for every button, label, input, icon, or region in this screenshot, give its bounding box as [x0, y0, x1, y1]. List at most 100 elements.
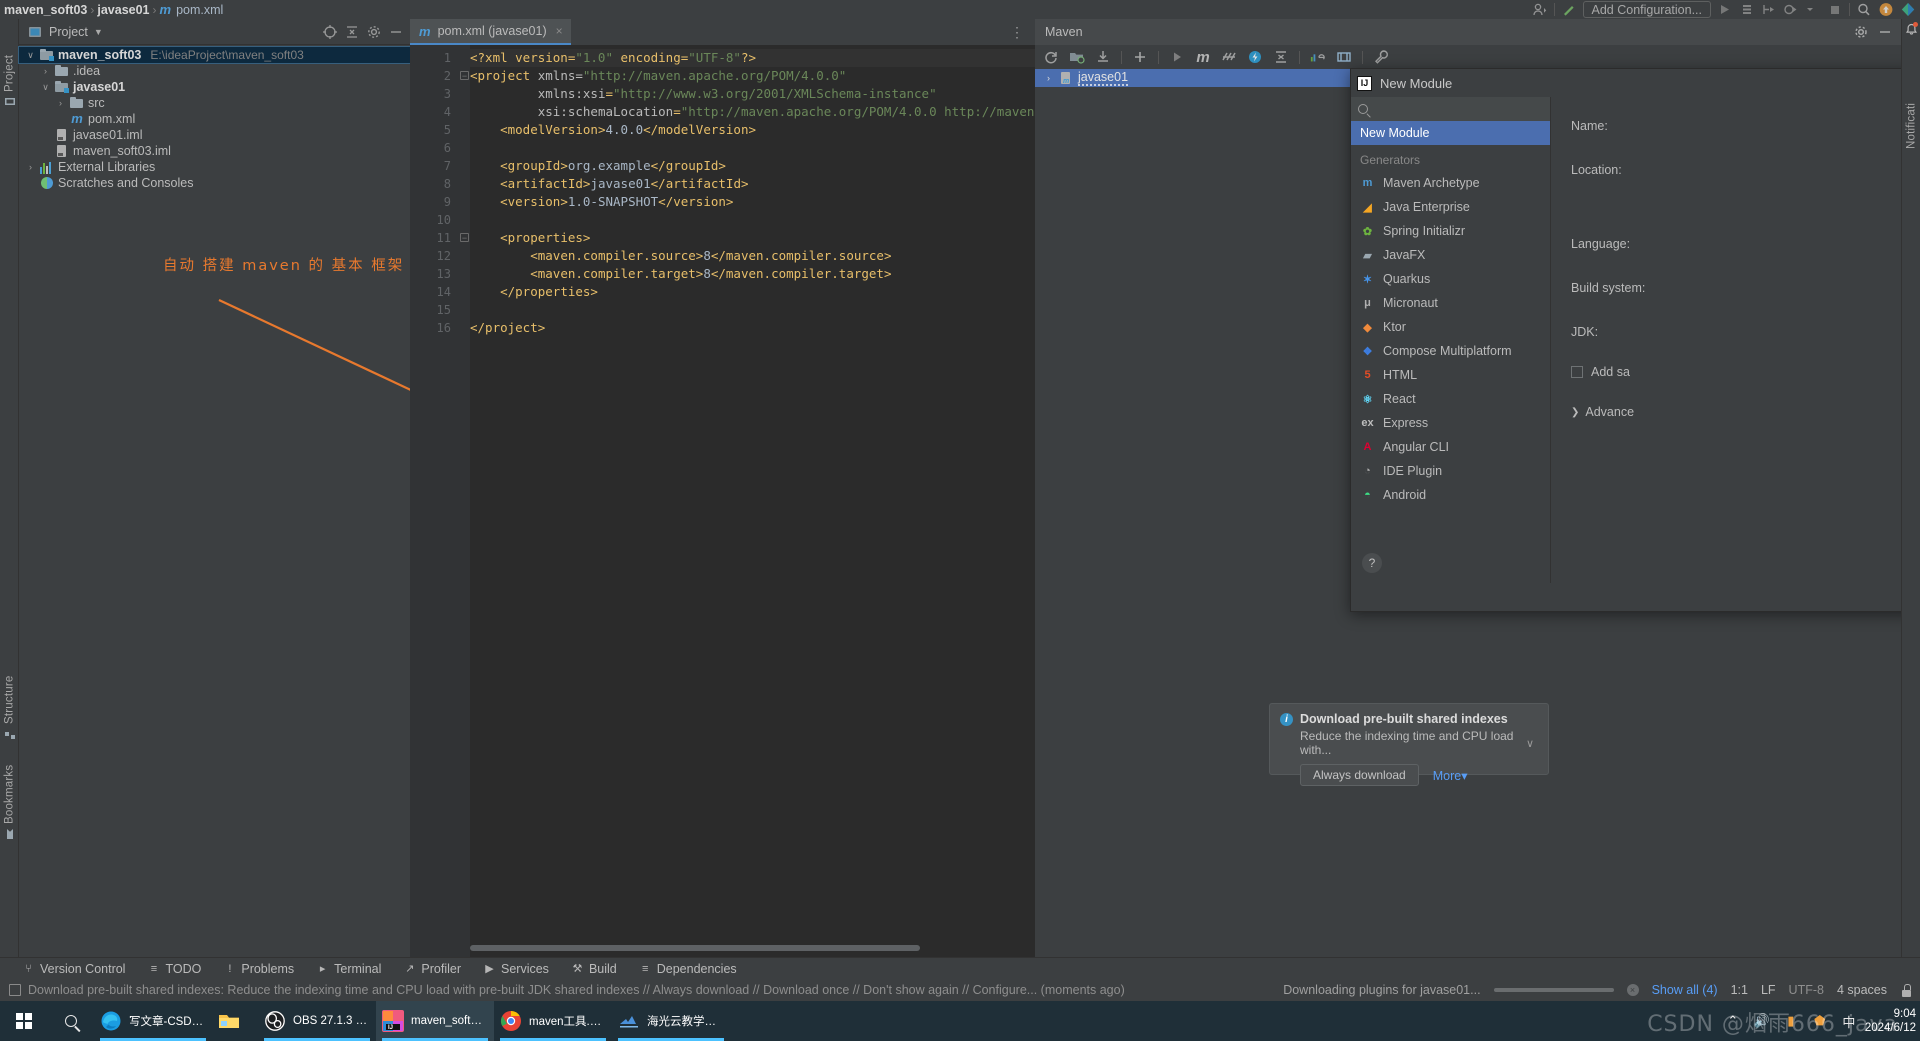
user-avatar-icon[interactable] — [1532, 2, 1548, 17]
code-fold-toggle-icon[interactable]: − — [460, 233, 469, 243]
bottom-tool-profiler[interactable]: ↗ Profiler — [403, 962, 461, 976]
generator-search-field[interactable] — [1351, 97, 1550, 121]
download-sources-icon[interactable] — [1095, 49, 1111, 65]
maven-goal-icon[interactable]: m — [1195, 49, 1211, 66]
debug-icon[interactable] — [1739, 2, 1755, 17]
read-only-lock-icon[interactable] — [1900, 983, 1912, 997]
search-everywhere-icon[interactable] — [1856, 2, 1872, 17]
start-button[interactable] — [0, 1013, 48, 1029]
tree-expand-arrow[interactable]: › — [25, 162, 36, 172]
bottom-tool-build[interactable]: ⚒ Build — [571, 962, 617, 976]
taskbar-app-chrome-browser-icon[interactable]: maven工具.pdf - ... — [494, 1001, 612, 1041]
taskbar-app-file-explorer-icon[interactable] — [212, 1001, 258, 1041]
indent-setting[interactable]: 4 spaces — [1837, 983, 1887, 997]
taskbar-app-edge-browser-icon[interactable]: 写文章-CSDN博客 ... — [94, 1001, 212, 1041]
toggle-offline-icon[interactable] — [1247, 49, 1263, 65]
generator-item-micronaut[interactable]: μ Micronaut — [1351, 291, 1550, 315]
breadcrumb-item-file[interactable]: pom.xml — [176, 3, 223, 17]
cancel-progress-icon[interactable]: × — [1626, 984, 1639, 996]
tree-node-pom-xml[interactable]: ›mpom.xml — [19, 111, 410, 127]
gear-icon[interactable] — [1853, 24, 1869, 40]
more-dropdown[interactable]: More▾ — [1433, 768, 1468, 783]
add-configuration-button[interactable]: Add Configuration... — [1582, 1, 1711, 18]
ide-icon[interactable] — [1900, 2, 1916, 17]
run-icon[interactable] — [1717, 2, 1733, 17]
file-encoding[interactable]: UTF-8 — [1789, 983, 1824, 997]
reload-icon[interactable] — [1043, 49, 1059, 65]
checkbox[interactable] — [1571, 366, 1583, 378]
breadcrumb-item-module[interactable]: javase01 — [97, 3, 149, 17]
tree-expand-arrow[interactable]: › — [55, 98, 66, 108]
tree-node-scratches-and-consoles[interactable]: ›Scratches and Consoles — [19, 175, 410, 191]
settings-wrench-icon[interactable] — [1373, 49, 1389, 65]
sidebar-item-notifications[interactable]: Notificati — [1902, 39, 1920, 149]
tree-node-maven-soft03-iml[interactable]: ›maven_soft03.iml — [19, 143, 410, 159]
generator-item-maven-archetype[interactable]: m Maven Archetype — [1351, 171, 1550, 195]
chevron-down-icon[interactable]: ▼ — [94, 27, 103, 37]
select-opened-file-icon[interactable] — [322, 24, 338, 40]
generator-item-android[interactable]: ◓ Android — [1351, 483, 1550, 507]
generator-item-express[interactable]: ex Express — [1351, 411, 1550, 435]
tree-expand-arrow[interactable]: › — [40, 66, 51, 76]
run-coverage-icon[interactable] — [1761, 2, 1777, 17]
tree-node--idea[interactable]: › .idea — [19, 63, 410, 79]
plus-icon[interactable] — [1132, 49, 1148, 65]
sidebar-item-project[interactable]: Project — [0, 27, 19, 107]
tree-expand-arrow[interactable]: ∨ — [25, 50, 36, 61]
hammer-icon[interactable] — [1561, 2, 1577, 17]
update-icon[interactable] — [1878, 2, 1894, 17]
add-sample-code-checkbox-row[interactable]: Add sa — [1571, 365, 1919, 379]
tree-expand-arrow[interactable]: ∨ — [40, 82, 51, 93]
dialog-item-new-module[interactable]: New Module — [1351, 121, 1550, 145]
tab-pom-xml[interactable]: m pom.xml (javase01) × — [410, 19, 571, 45]
show-dependencies-icon[interactable] — [1310, 49, 1326, 65]
status-message-group[interactable]: Download pre-built shared indexes: Reduc… — [0, 983, 1125, 997]
generator-item-spring-initializr[interactable]: ✿ Spring Initializr — [1351, 219, 1550, 243]
close-icon[interactable]: × — [556, 24, 563, 38]
tree-node-maven-soft03[interactable]: ∨ maven_soft03 E:\ideaProject\maven_soft03 — [18, 46, 411, 64]
tree-node-javase01-iml[interactable]: ›javase01.iml — [19, 127, 410, 143]
generator-item-quarkus[interactable]: ✶ Quarkus — [1351, 267, 1550, 291]
taskbar-app-cloud-teaching-icon[interactable]: 海光云教学系统V1.... — [612, 1001, 730, 1041]
bottom-tool-terminal[interactable]: ▸ Terminal — [316, 962, 382, 976]
generator-item-ide-plugin[interactable]: ◔ IDE Plugin — [1351, 459, 1550, 483]
generator-item-angular-cli[interactable]: A Angular CLI — [1351, 435, 1550, 459]
generator-item-compose-multiplatform[interactable]: ❖ Compose Multiplatform — [1351, 339, 1550, 363]
collapse-all-icon[interactable] — [344, 24, 360, 40]
taskbar-search-button[interactable] — [48, 1015, 94, 1027]
sidebar-item-bookmarks[interactable]: Bookmarks — [0, 739, 19, 839]
code-editor[interactable]: 1 2 3 4 5 6 7 8 9 10 11 12 13 14 15 16 − − <?xml version… — [410, 45, 1035, 957]
project-tree[interactable]: ∨ maven_soft03 E:\ideaProject\maven_soft03… — [18, 45, 411, 191]
help-button[interactable]: ? — [1362, 553, 1382, 573]
bottom-tool-todo[interactable]: ≡ TODO — [147, 962, 202, 976]
code-text[interactable]: <?xml version="1.0" encoding="UTF-8"?> <p… — [470, 45, 1035, 337]
add-folder-icon[interactable] — [1069, 49, 1085, 65]
generator-item-react[interactable]: ⚛ React — [1351, 387, 1550, 411]
bottom-tool-version-control[interactable]: ⑂ Version Control — [22, 962, 125, 976]
settings-gear-icon[interactable] — [366, 24, 382, 40]
bottom-tool-dependencies[interactable]: ≡ Dependencies — [639, 962, 737, 976]
caret-position[interactable]: 1:1 — [1731, 983, 1748, 997]
generators-list[interactable]: m Maven Archetype ◢ Java Enterprise ✿ Spring … — [1351, 171, 1550, 507]
taskbar-app-obs-studio-icon[interactable]: OBS 27.1.3 (64-bi... — [258, 1001, 376, 1041]
run-icon[interactable] — [1169, 49, 1185, 65]
chevron-down-icon[interactable]: ∨ — [1526, 737, 1538, 750]
editor-options-kebab-icon[interactable]: ⋮ — [1010, 24, 1035, 41]
advanced-settings-toggle[interactable]: ❯ Advance — [1571, 405, 1919, 419]
breadcrumb-item-project[interactable]: maven_soft03 — [4, 3, 87, 17]
sidebar-item-structure[interactable]: Structure — [0, 649, 19, 739]
tree-node-external-libraries[interactable]: › External Libraries — [19, 159, 410, 175]
generator-item-javafx[interactable]: ▰ JavaFX — [1351, 243, 1550, 267]
tree-expand-arrow[interactable]: › — [1043, 73, 1054, 83]
always-download-button[interactable]: Always download — [1300, 764, 1419, 786]
generator-item-html[interactable]: 5 HTML — [1351, 363, 1550, 387]
hide-panel-icon[interactable] — [388, 24, 404, 40]
minimize-icon[interactable] — [1877, 24, 1893, 40]
chevron-down-icon[interactable] — [1805, 2, 1821, 17]
show-all-link[interactable]: Show all (4) — [1652, 983, 1718, 997]
collapse-all-icon[interactable] — [1273, 49, 1289, 65]
bottom-tool-services[interactable]: ▶ Services — [483, 962, 549, 976]
code-fold-toggle-icon[interactable]: − — [460, 71, 469, 81]
expand-icon[interactable] — [1336, 49, 1352, 65]
code-folding-column[interactable]: − − — [458, 45, 470, 957]
